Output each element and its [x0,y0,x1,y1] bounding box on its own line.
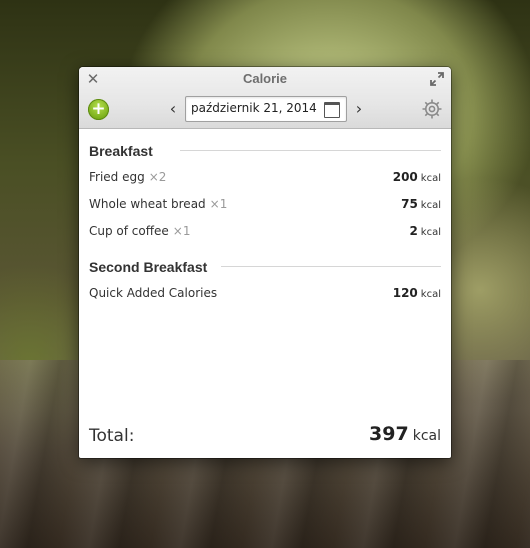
item-name: Whole wheat bread [89,197,206,211]
item-kcal: 200 kcal [393,170,441,184]
next-day-button[interactable]: › [352,98,366,120]
calorie-window: ✕ Calorie + ‹ październik 21, 2014 › Bre… [79,67,451,458]
kcal-unit: kcal [420,227,441,238]
date-picker[interactable]: październik 21, 2014 [185,96,347,122]
section-header-second-breakfast: Second Breakfast [89,257,441,277]
list-item[interactable]: Whole wheat bread ×1 75 kcal [89,197,441,215]
total-label: Total: [89,426,135,446]
item-kcal: 75 kcal [401,197,441,211]
section-header-breakfast: Breakfast [89,141,441,161]
item-name-group: Whole wheat bread ×1 [89,197,227,211]
item-name: Cup of coffee [89,224,169,238]
total-value: 397 [369,423,409,445]
item-count: ×1 [172,224,191,238]
calendar-icon[interactable] [324,102,340,118]
add-icon: + [91,99,106,119]
meal-list: Breakfast Fried egg ×2 200 kcal Whole whea… [79,129,451,458]
kcal-value: 2 [409,224,418,238]
kcal-value: 120 [392,286,418,300]
window-title: Calorie [242,71,288,86]
kcal-value: 75 [401,197,418,211]
add-food-button[interactable]: + [88,99,109,120]
item-count: ×2 [148,170,167,184]
item-name: Fried egg [89,170,145,184]
item-name: Quick Added Calories [89,286,218,300]
window-header: ✕ Calorie + ‹ październik 21, 2014 › [79,67,451,129]
gear-icon[interactable] [421,98,443,120]
section-title: Second Breakfast [89,259,222,275]
list-item[interactable]: Cup of coffee ×1 2 kcal [89,224,441,242]
list-item[interactable]: Fried egg ×2 200 kcal [89,170,441,188]
maximize-icon[interactable] [429,71,445,87]
item-name-group: Fried egg ×2 [89,170,166,184]
total-unit: kcal [412,428,441,444]
chevron-left-icon: ‹ [169,99,177,118]
kcal-unit: kcal [420,289,441,300]
section-divider [220,266,441,267]
item-kcal: 2 kcal [409,224,441,238]
total-kcal: 397 kcal [369,423,441,445]
section-divider [180,150,441,151]
chevron-right-icon: › [355,99,363,118]
previous-day-button[interactable]: ‹ [166,98,180,120]
date-value: październik 21, 2014 [191,101,317,115]
section-title: Breakfast [89,143,167,159]
item-count: ×1 [209,197,228,211]
kcal-unit: kcal [420,200,441,211]
list-item[interactable]: Quick Added Calories 120 kcal [89,286,441,304]
kcal-value: 200 [392,170,418,184]
item-name-group: Cup of coffee ×1 [89,224,190,238]
item-kcal: 120 kcal [393,286,441,300]
item-name-group: Quick Added Calories [89,286,221,300]
kcal-unit: kcal [420,173,441,184]
